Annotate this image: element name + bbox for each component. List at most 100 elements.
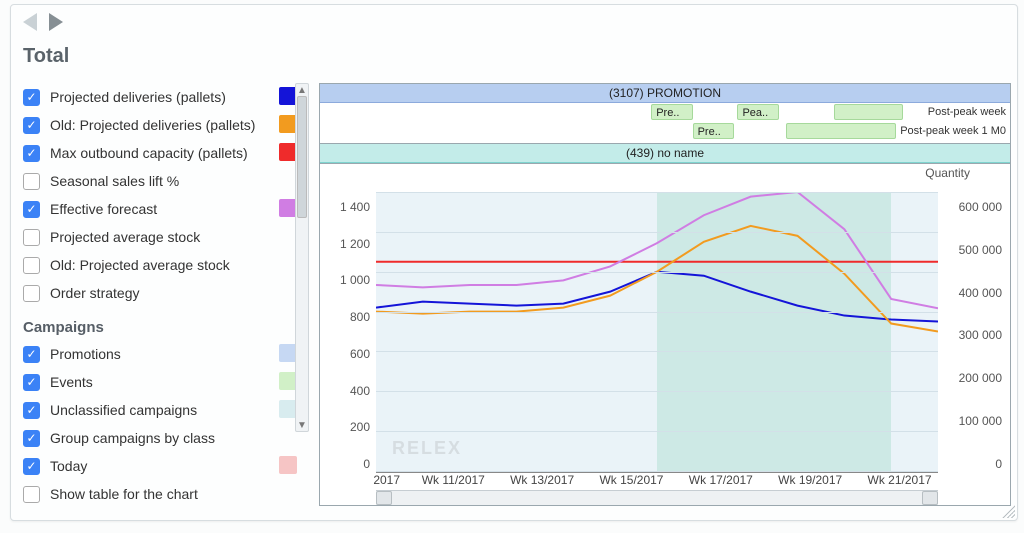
nav-back-icon[interactable] [23, 13, 37, 31]
event-block[interactable]: Pre.. [693, 123, 734, 139]
campaigns-header: Campaigns [23, 319, 291, 336]
y-right-tick: 400 000 [946, 286, 1002, 300]
x-tick: Wk 13/2017 [510, 473, 574, 489]
event-tail-label-2: Post-peak week 1 M0 [900, 123, 1006, 139]
x-tick: Wk 15/2017 [599, 473, 663, 489]
x-tick: Wk 19/2017 [778, 473, 842, 489]
checkbox[interactable]: ✓ [23, 430, 40, 447]
y-left-tick: 0 [328, 457, 370, 471]
legend-label: Show table for the chart [50, 486, 291, 502]
checkbox[interactable]: ✓ [23, 201, 40, 218]
scroll-down-icon[interactable]: ▼ [297, 419, 307, 431]
legend-label: Seasonal sales lift % [50, 173, 291, 189]
y-right-title: Quantity [925, 166, 970, 180]
legend: ✓ Projected deliveries (pallets) ✓ Old: Pro… [23, 83, 291, 508]
y-right-tick: 200 000 [946, 371, 1002, 385]
color-swatch [279, 456, 297, 474]
checkbox[interactable]: ✓ [23, 458, 40, 475]
legend-label: Max outbound capacity (pallets) [50, 145, 291, 161]
checkbox[interactable]: ✓ [23, 145, 40, 162]
legend-label: Group campaigns by class [50, 430, 291, 446]
legend-label: Old: Projected average stock [50, 257, 291, 273]
y-left-tick: 200 [328, 420, 370, 434]
checkbox[interactable] [23, 486, 40, 503]
checkbox[interactable] [23, 285, 40, 302]
chart-hscroll[interactable] [376, 490, 938, 505]
y-right-axis: 600 000500 000400 000300 000200 000100 0… [946, 200, 1002, 471]
hscroll-left-cap[interactable] [376, 491, 392, 505]
legend-label: Today [50, 458, 291, 474]
y-right-tick: 0 [946, 457, 1002, 471]
checkbox[interactable] [23, 229, 40, 246]
x-tick: Wk 17/2017 [689, 473, 753, 489]
series-item-projected_deliveries[interactable]: ✓ Projected deliveries (pallets) [23, 83, 291, 111]
promotion-band: (3107) PROMOTION Post-peak week Post-pea… [320, 84, 1010, 144]
plot-area: Quantity 1 400 1 200 1 000 800 600 400 200 0 60… [320, 164, 1010, 505]
noname-band-title: (439) no name [320, 144, 1010, 163]
y-left-tick: 1 400 [328, 200, 370, 214]
campaign-item-today[interactable]: ✓ Today [23, 452, 291, 480]
checkbox[interactable] [23, 257, 40, 274]
nav-forward-icon[interactable] [49, 13, 63, 31]
checkbox[interactable]: ✓ [23, 402, 40, 419]
y-right-tick: 300 000 [946, 328, 1002, 342]
legend-label: Projected deliveries (pallets) [50, 89, 291, 105]
legend-label: Order strategy [50, 285, 291, 301]
x-tick: 2017 [373, 473, 400, 489]
event-timeline: Post-peak week Post-peak week 1 M0 Pre..… [320, 103, 1010, 143]
campaign-item-promotions[interactable]: ✓ Promotions [23, 340, 291, 368]
series-item-old_projected_avg_stock[interactable]: Old: Projected average stock [23, 251, 291, 279]
y-left-tick: 800 [328, 310, 370, 324]
campaign-item-unclassified[interactable]: ✓ Unclassified campaigns [23, 396, 291, 424]
series-item-order_strategy[interactable]: Order strategy [23, 279, 291, 307]
series-item-seasonal_sales_lift[interactable]: Seasonal sales lift % [23, 167, 291, 195]
promotion-band-title: (3107) PROMOTION [320, 84, 1010, 103]
y-right-tick: 500 000 [946, 243, 1002, 257]
y-left-tick: 1 200 [328, 237, 370, 251]
scroll-thumb[interactable] [297, 96, 307, 218]
campaign-item-show_table[interactable]: Show table for the chart [23, 480, 291, 508]
hscroll-right-cap[interactable] [922, 491, 938, 505]
checkbox[interactable]: ✓ [23, 374, 40, 391]
chart-area: (3107) PROMOTION Post-peak week Post-pea… [319, 83, 1011, 506]
plot-background[interactable]: RELEX [376, 192, 938, 471]
checkbox[interactable]: ✓ [23, 89, 40, 106]
checkbox[interactable]: ✓ [23, 117, 40, 134]
checkbox[interactable] [23, 173, 40, 190]
y-left-axis: 1 400 1 200 1 000 800 600 400 200 0 [328, 200, 370, 471]
series-line [376, 192, 938, 308]
legend-label: Promotions [50, 346, 291, 362]
page-title: Total [23, 45, 69, 68]
campaign-item-events[interactable]: ✓ Events [23, 368, 291, 396]
event-block[interactable] [834, 104, 903, 120]
event-block[interactable] [786, 123, 896, 139]
legend-label: Events [50, 374, 291, 390]
nav-arrows [23, 13, 63, 31]
series-item-old_projected_deliveries[interactable]: ✓ Old: Projected deliveries (pallets) [23, 111, 291, 139]
series-line [376, 272, 938, 322]
x-tick: Wk 11/2017 [422, 473, 485, 489]
series-item-projected_avg_stock[interactable]: Projected average stock [23, 223, 291, 251]
event-tail-label-1: Post-peak week [928, 104, 1006, 120]
noname-band: (439) no name [320, 144, 1010, 164]
resize-handle-icon[interactable] [1001, 504, 1015, 518]
event-block[interactable]: Pea.. [737, 104, 778, 120]
x-tick: Wk 21/2017 [868, 473, 932, 489]
checkbox[interactable]: ✓ [23, 346, 40, 363]
event-block[interactable]: Pre.. [651, 104, 692, 120]
chart-panel: Total ✓ Projected deliveries (pallets) ✓ Ol… [10, 4, 1018, 521]
y-left-tick: 1 000 [328, 273, 370, 287]
series-item-effective_forecast[interactable]: ✓ Effective forecast [23, 195, 291, 223]
legend-label: Old: Projected deliveries (pallets) [50, 117, 291, 133]
x-axis: 2017 Wk 11/2017 Wk 13/2017 Wk 15/2017 Wk 17/… [376, 472, 938, 489]
series-item-max_outbound_capacity[interactable]: ✓ Max outbound capacity (pallets) [23, 139, 291, 167]
legend-label: Effective forecast [50, 201, 291, 217]
legend-label: Unclassified campaigns [50, 402, 291, 418]
y-left-tick: 400 [328, 384, 370, 398]
campaign-item-group_by_class[interactable]: ✓ Group campaigns by class [23, 424, 291, 452]
y-left-tick: 600 [328, 347, 370, 361]
legend-scrollbar[interactable]: ▲ ▼ [295, 83, 309, 432]
legend-label: Projected average stock [50, 229, 291, 245]
plot-svg [376, 192, 938, 471]
scroll-up-icon[interactable]: ▲ [297, 84, 307, 96]
